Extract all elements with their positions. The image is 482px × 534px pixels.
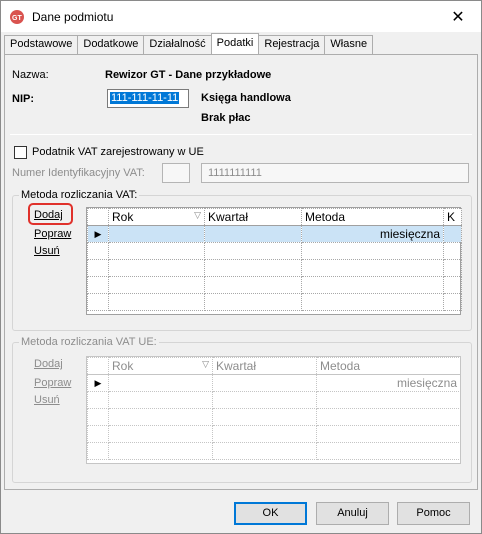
vat-id-prefix-field[interactable] [162,163,190,183]
column-header-k[interactable]: K [443,208,462,226]
column-header-kwartal[interactable]: Kwartał [204,208,302,226]
cell-rok[interactable] [108,225,205,243]
table-row[interactable] [87,391,461,409]
table-row[interactable]: ▶ miesięczna [87,374,461,392]
tab-wlasne[interactable]: Własne [324,35,374,54]
table-row[interactable] [87,425,461,443]
vat-id-number-field[interactable]: 1111111111 [201,163,469,183]
vat-method-grid[interactable]: Rok ▽ Kwartał Metoda K ▶ miesięczna [86,207,462,315]
separator [10,134,472,135]
nip-field[interactable]: 111-111-11-11 [107,89,189,108]
nip-label: NIP: [12,93,34,105]
dialog-window: GT Dane podmiotu ✕ Podstawowe Dodatkowe … [0,0,482,534]
vat-delete-link[interactable]: Usuń [34,245,60,257]
ok-button[interactable]: OK [234,502,307,525]
cell-k[interactable] [443,225,462,243]
table-row[interactable] [87,242,462,260]
column-header-metoda[interactable]: Metoda [301,208,444,226]
vat-eu-checkbox[interactable] [14,146,27,159]
sort-arrow-icon: ▽ [194,210,201,220]
tab-dzialalnosc[interactable]: Działalność [143,35,212,54]
table-row[interactable] [87,259,462,277]
tab-dodatkowe[interactable]: Dodatkowe [77,35,145,54]
vat-eu-method-grid[interactable]: Rok ▽ Kwartał Metoda ▶ miesięczna [86,356,461,464]
current-row-icon: ▶ [87,225,109,243]
vat-edit-link[interactable]: Popraw [34,228,71,240]
vat-eu-checkbox-label: Podatnik VAT zarejestrowany w UE [32,146,204,158]
vat-id-label: Numer Identyfikacyjny VAT: [12,167,145,179]
cell-kwartal[interactable] [212,374,317,392]
company-name: Rewizor GT - Dane przykładowe [105,69,272,81]
ledger-type: Księga handlowa [201,92,291,104]
tab-strip: Podstawowe Dodatkowe Działalność Podatki… [4,33,374,54]
app-logo-icon: GT [10,10,24,24]
cell-metoda[interactable]: miesięczna [316,374,461,392]
table-row[interactable] [87,442,461,460]
column-header-metoda[interactable]: Metoda [316,357,461,375]
title-bar: GT Dane podmiotu ✕ [1,1,481,32]
grid-corner [87,357,109,375]
tab-podstawowe[interactable]: Podstawowe [4,35,79,54]
vat-eu-edit-link[interactable]: Popraw [34,377,71,389]
current-row-icon: ▶ [87,374,109,392]
table-row[interactable] [87,276,462,294]
column-header-rok[interactable]: Rok ▽ [108,357,213,375]
table-row[interactable] [87,293,462,311]
vat-eu-delete-link[interactable]: Usuń [34,394,60,406]
column-header-kwartal[interactable]: Kwartał [212,357,317,375]
close-icon: ✕ [451,8,465,26]
tab-rejestracja[interactable]: Rejestracja [258,35,326,54]
sort-arrow-icon: ▽ [202,359,209,369]
column-header-rok[interactable]: Rok ▽ [108,208,205,226]
payroll-status: Brak płac [201,112,251,124]
cell-rok[interactable] [108,374,213,392]
window-title: Dane podmiotu [32,10,114,24]
vat-eu-add-link[interactable]: Dodaj [34,358,63,370]
cancel-button[interactable]: Anuluj [316,502,389,525]
nip-value: 111-111-11-11 [110,92,180,104]
cell-kwartal[interactable] [204,225,302,243]
close-button[interactable]: ✕ [435,1,481,32]
add-link-highlight [28,203,73,225]
tab-podatki[interactable]: Podatki [210,33,260,54]
name-label: Nazwa: [12,69,49,81]
table-row[interactable] [87,408,461,426]
cell-metoda[interactable]: miesięczna [301,225,444,243]
tab-panel-podatki: Nazwa: Rewizor GT - Dane przykładowe NIP… [4,54,478,490]
grid-corner [87,208,109,226]
vat-method-title: Metoda rozliczania VAT: [19,189,140,201]
table-row[interactable]: ▶ miesięczna [87,225,462,243]
svg-text:GT: GT [12,15,22,22]
help-button[interactable]: Pomoc [397,502,470,525]
vat-eu-method-title: Metoda rozliczania VAT UE: [19,336,159,348]
